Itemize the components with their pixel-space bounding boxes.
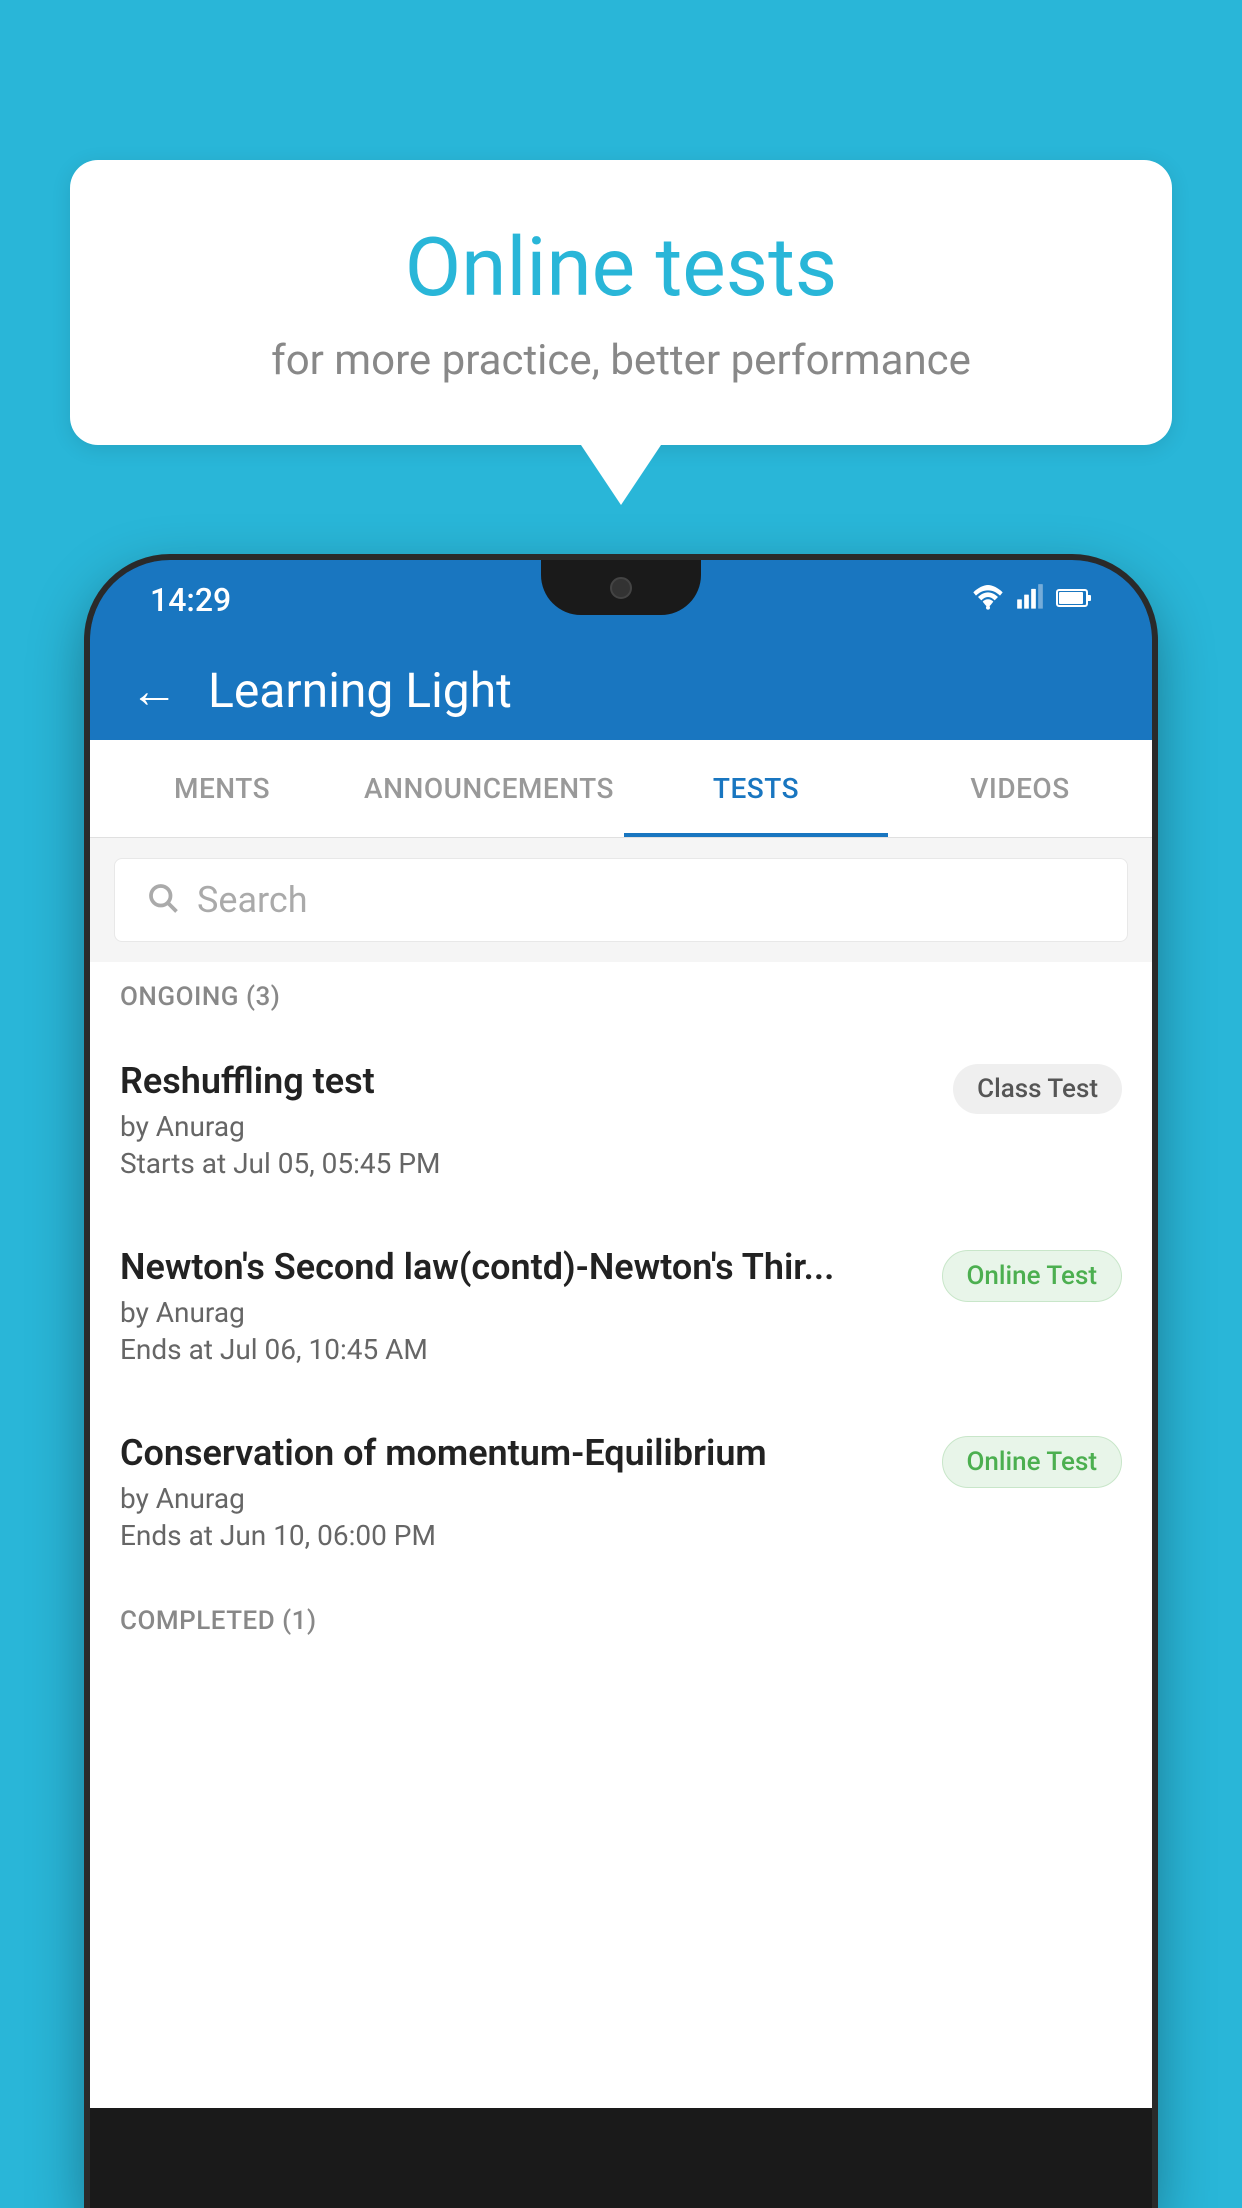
- content-list: ONGOING (3) Reshuffling test by Anurag S…: [90, 962, 1152, 2108]
- notch: [541, 560, 701, 615]
- test-author-reshuffling: by Anurag: [120, 1110, 933, 1143]
- test-badge-newtons: Online Test: [942, 1250, 1123, 1302]
- app-header: ← Learning Light: [90, 640, 1152, 740]
- tab-announcements[interactable]: ANNOUNCEMENTS: [354, 740, 624, 837]
- ongoing-section-header: ONGOING (3): [90, 962, 1152, 1028]
- phone-content: ← Learning Light MENTS ANNOUNCEMENTS TES…: [90, 640, 1152, 2108]
- search-placeholder: Search: [197, 879, 308, 921]
- test-name-newtons: Newton's Second law(contd)-Newton's Thir…: [120, 1246, 922, 1288]
- test-info-reshuffling: Reshuffling test by Anurag Starts at Jul…: [120, 1060, 933, 1180]
- test-author-newtons: by Anurag: [120, 1296, 922, 1329]
- tab-ments[interactable]: MENTS: [90, 740, 354, 837]
- test-item-reshuffling[interactable]: Reshuffling test by Anurag Starts at Jul…: [90, 1028, 1152, 1212]
- search-icon: [145, 880, 181, 920]
- status-bar: 14:29: [90, 560, 1152, 640]
- signal-icon: [1016, 583, 1044, 618]
- tabs-container: MENTS ANNOUNCEMENTS TESTS VIDEOS: [90, 740, 1152, 838]
- speech-bubble-container: Online tests for more practice, better p…: [70, 160, 1172, 505]
- test-item-newtons[interactable]: Newton's Second law(contd)-Newton's Thir…: [90, 1214, 1152, 1398]
- wifi-icon: [972, 583, 1004, 618]
- test-name-reshuffling: Reshuffling test: [120, 1060, 933, 1102]
- test-date-conservation: Ends at Jun 10, 06:00 PM: [120, 1519, 922, 1552]
- tab-videos[interactable]: VIDEOS: [888, 740, 1152, 837]
- search-container: Search: [90, 838, 1152, 962]
- test-name-conservation: Conservation of momentum-Equilibrium: [120, 1432, 922, 1474]
- test-item-conservation[interactable]: Conservation of momentum-Equilibrium by …: [90, 1400, 1152, 1584]
- speech-bubble: Online tests for more practice, better p…: [70, 160, 1172, 445]
- phone-frame: 14:29: [90, 560, 1152, 2208]
- test-date-newtons: Ends at Jul 06, 10:45 AM: [120, 1333, 922, 1366]
- speech-bubble-title: Online tests: [150, 220, 1092, 316]
- test-info-newtons: Newton's Second law(contd)-Newton's Thir…: [120, 1246, 922, 1366]
- completed-section-header: COMPLETED (1): [90, 1586, 1152, 1652]
- test-badge-reshuffling: Class Test: [953, 1064, 1122, 1114]
- search-bar[interactable]: Search: [114, 858, 1128, 942]
- test-author-conservation: by Anurag: [120, 1482, 922, 1515]
- speech-bubble-subtitle: for more practice, better performance: [150, 336, 1092, 385]
- battery-icon: [1056, 584, 1092, 617]
- app-title: Learning Light: [208, 662, 512, 719]
- status-icons: [972, 583, 1092, 618]
- status-time: 14:29: [150, 581, 231, 619]
- test-badge-conservation: Online Test: [942, 1436, 1123, 1488]
- speech-bubble-arrow: [581, 445, 661, 505]
- camera-dot: [610, 577, 632, 599]
- back-button[interactable]: ←: [130, 662, 178, 719]
- test-date-reshuffling: Starts at Jul 05, 05:45 PM: [120, 1147, 933, 1180]
- test-info-conservation: Conservation of momentum-Equilibrium by …: [120, 1432, 922, 1552]
- tab-tests[interactable]: TESTS: [624, 740, 888, 837]
